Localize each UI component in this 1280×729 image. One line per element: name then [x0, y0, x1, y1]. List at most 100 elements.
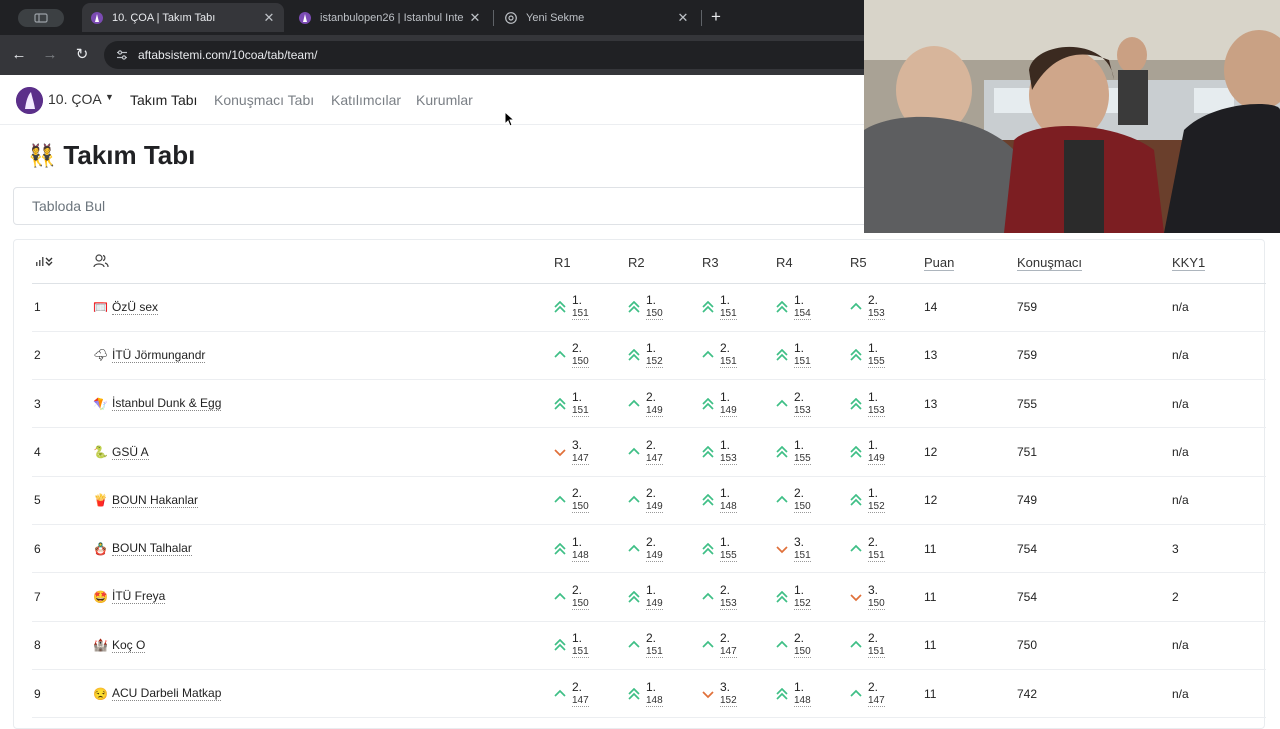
double-arrow-up-icon	[554, 639, 566, 651]
browser-tab-1[interactable]: istanbulopen26 | Istanbul Inte ✕	[290, 3, 490, 32]
team-name-link[interactable]: İTÜ Freya	[112, 589, 166, 605]
round-result-cell[interactable]: 2. 150	[554, 331, 628, 381]
round-result-cell[interactable]: 1. 152	[776, 572, 850, 622]
round-result-cell[interactable]: 1. 155	[776, 427, 850, 477]
team-name-link[interactable]: İTÜ Jörmungandr	[112, 348, 206, 363]
sort-rank-icon[interactable]	[32, 255, 54, 267]
brand-dropdown[interactable]: 10. ÇOA	[48, 91, 102, 107]
round-result-cell[interactable]: 1. 152	[850, 476, 924, 525]
new-tab-icon[interactable]: +	[708, 8, 724, 26]
round-result-cell[interactable]: 2. 147	[628, 427, 702, 477]
puan-value: 11	[924, 572, 1017, 622]
round-result-cell[interactable]: 2. 149	[628, 476, 702, 525]
reload-icon[interactable]: ↻	[72, 45, 92, 65]
forward-icon[interactable]: →	[40, 45, 60, 65]
team-rank: 3	[32, 379, 93, 429]
caret-down-icon[interactable]: ▼	[105, 92, 114, 102]
table-row: 4 🐍 GSÜ A 3. 147 2. 147 1. 153 1. 155 1. 149 12 751 n/a	[32, 427, 1266, 477]
site-info-icon[interactable]	[114, 47, 130, 63]
kky1-header[interactable]: KKY1	[1172, 243, 1266, 284]
round-result-cell[interactable]: 1. 148	[628, 669, 702, 719]
round-result-cell[interactable]: 1. 153	[850, 379, 924, 429]
round-result-cell[interactable]: 1. 152	[628, 331, 702, 381]
team-name-link[interactable]: İstanbul Dunk & Egg	[112, 396, 222, 412]
round-result-cell[interactable]: 2. 149	[628, 379, 702, 429]
arrow-up-icon	[850, 639, 862, 651]
close-tab-icon[interactable]: ✕	[468, 10, 482, 26]
nav-link-kurumlar[interactable]: Kurumlar	[416, 92, 473, 108]
back-icon[interactable]: ←	[9, 45, 29, 65]
round-3-header[interactable]: R3	[702, 243, 776, 284]
team-rank: 2	[32, 331, 93, 381]
round-speaker-points: 153	[794, 404, 811, 417]
round-4-header[interactable]: R4	[776, 243, 850, 284]
round-result-cell[interactable]: 1. 151	[702, 283, 776, 332]
team-name-link[interactable]: Koç O	[112, 638, 146, 653]
nav-link-konusmaci-tabi[interactable]: Konuşmacı Tabı	[214, 92, 314, 108]
close-tab-icon[interactable]: ✕	[262, 10, 276, 26]
team-name-link[interactable]: ACU Darbeli Matkap	[112, 686, 222, 702]
team-name-link[interactable]: ÖzÜ sex	[112, 300, 159, 315]
round-result-cell[interactable]: 2. 151	[850, 524, 924, 574]
nav-link-takim-tabi[interactable]: Takım Tabı	[130, 92, 197, 108]
team-name-link[interactable]: BOUN Talhalar	[112, 541, 192, 557]
round-result-cell[interactable]: 1. 148	[702, 476, 776, 525]
round-result-cell[interactable]: 1. 153	[702, 427, 776, 477]
round-result-cell[interactable]: 2. 147	[850, 669, 924, 719]
round-result-cell[interactable]: 2. 147	[702, 621, 776, 670]
round-result-cell[interactable]: 1. 151	[776, 331, 850, 381]
round-result-cell[interactable]: 1. 148	[776, 669, 850, 719]
close-tab-icon[interactable]: ✕	[676, 10, 690, 26]
round-result-cell[interactable]: 2. 151	[628, 621, 702, 670]
round-result-cell[interactable]: 2. 150	[554, 476, 628, 525]
round-result-cell[interactable]: 1. 149	[702, 379, 776, 429]
konusmaci-header[interactable]: Konuşmacı	[1017, 243, 1172, 284]
round-result-cell[interactable]: 2. 150	[776, 476, 850, 525]
round-result-cell[interactable]: 3. 147	[554, 427, 628, 477]
round-result-cell[interactable]: 3. 151	[776, 524, 850, 574]
table-search-input[interactable]	[13, 187, 913, 225]
team-column-header[interactable]	[93, 243, 554, 284]
round-2-header[interactable]: R2	[628, 243, 702, 284]
round-result-cell[interactable]: 1. 151	[554, 379, 628, 429]
double-arrow-up-icon	[628, 349, 640, 362]
arrow-up-icon	[628, 494, 640, 506]
round-result-cell[interactable]: 1. 151	[554, 283, 628, 332]
round-result-cell[interactable]: 1. 149	[628, 572, 702, 622]
round-result-cell[interactable]: 1. 151	[554, 621, 628, 670]
round-result-cell[interactable]: 2. 150	[554, 572, 628, 622]
round-result-cell[interactable]: 2. 153	[850, 283, 924, 332]
team-emoji-icon: 🍟	[93, 493, 108, 508]
profile-menu-button[interactable]	[18, 9, 64, 27]
round-result-cell[interactable]: 2. 147	[554, 669, 628, 719]
round-result-cell[interactable]: 1. 149	[850, 427, 924, 477]
round-position: 1.	[646, 582, 657, 597]
arrow-down-icon	[554, 446, 566, 458]
round-result-cell[interactable]: 3. 150	[850, 572, 924, 622]
round-result-cell[interactable]: 2. 150	[776, 621, 850, 670]
browser-tab-0[interactable]: 10. ÇOA | Takım Tabı ✕	[82, 3, 284, 32]
round-5-header[interactable]: R5	[850, 243, 924, 284]
round-result-cell[interactable]: 1. 148	[554, 524, 628, 574]
arrow-up-icon	[628, 446, 640, 458]
team-name-link[interactable]: BOUN Hakanlar	[112, 493, 199, 508]
round-result-cell[interactable]: 2. 153	[776, 379, 850, 429]
tournament-logo-icon[interactable]	[16, 87, 43, 114]
nav-link-katilimcilar[interactable]: Katılımcılar	[331, 92, 401, 108]
team-name-link[interactable]: GSÜ A	[112, 445, 149, 460]
round-result-cell[interactable]: 1. 155	[702, 524, 776, 574]
browser-tab-2[interactable]: Yeni Sekme ✕	[496, 3, 698, 32]
puan-header[interactable]: Puan	[924, 243, 1017, 284]
round-result-cell[interactable]: 1. 150	[628, 283, 702, 332]
round-result-cell[interactable]: 2. 153	[702, 572, 776, 622]
round-result-cell[interactable]: 2. 151	[850, 621, 924, 670]
round-result-cell[interactable]: 1. 154	[776, 283, 850, 332]
round-1-header[interactable]: R1	[554, 243, 628, 284]
round-result-cell[interactable]: 3. 152	[702, 669, 776, 719]
rank-column-header[interactable]	[32, 243, 93, 284]
round-result-cell[interactable]: 1. 155	[850, 331, 924, 381]
round-position: 1.	[646, 679, 657, 694]
round-result-cell[interactable]: 2. 151	[702, 331, 776, 381]
round-result-cell[interactable]: 2. 149	[628, 524, 702, 574]
round-speaker-points: 148	[720, 501, 737, 514]
